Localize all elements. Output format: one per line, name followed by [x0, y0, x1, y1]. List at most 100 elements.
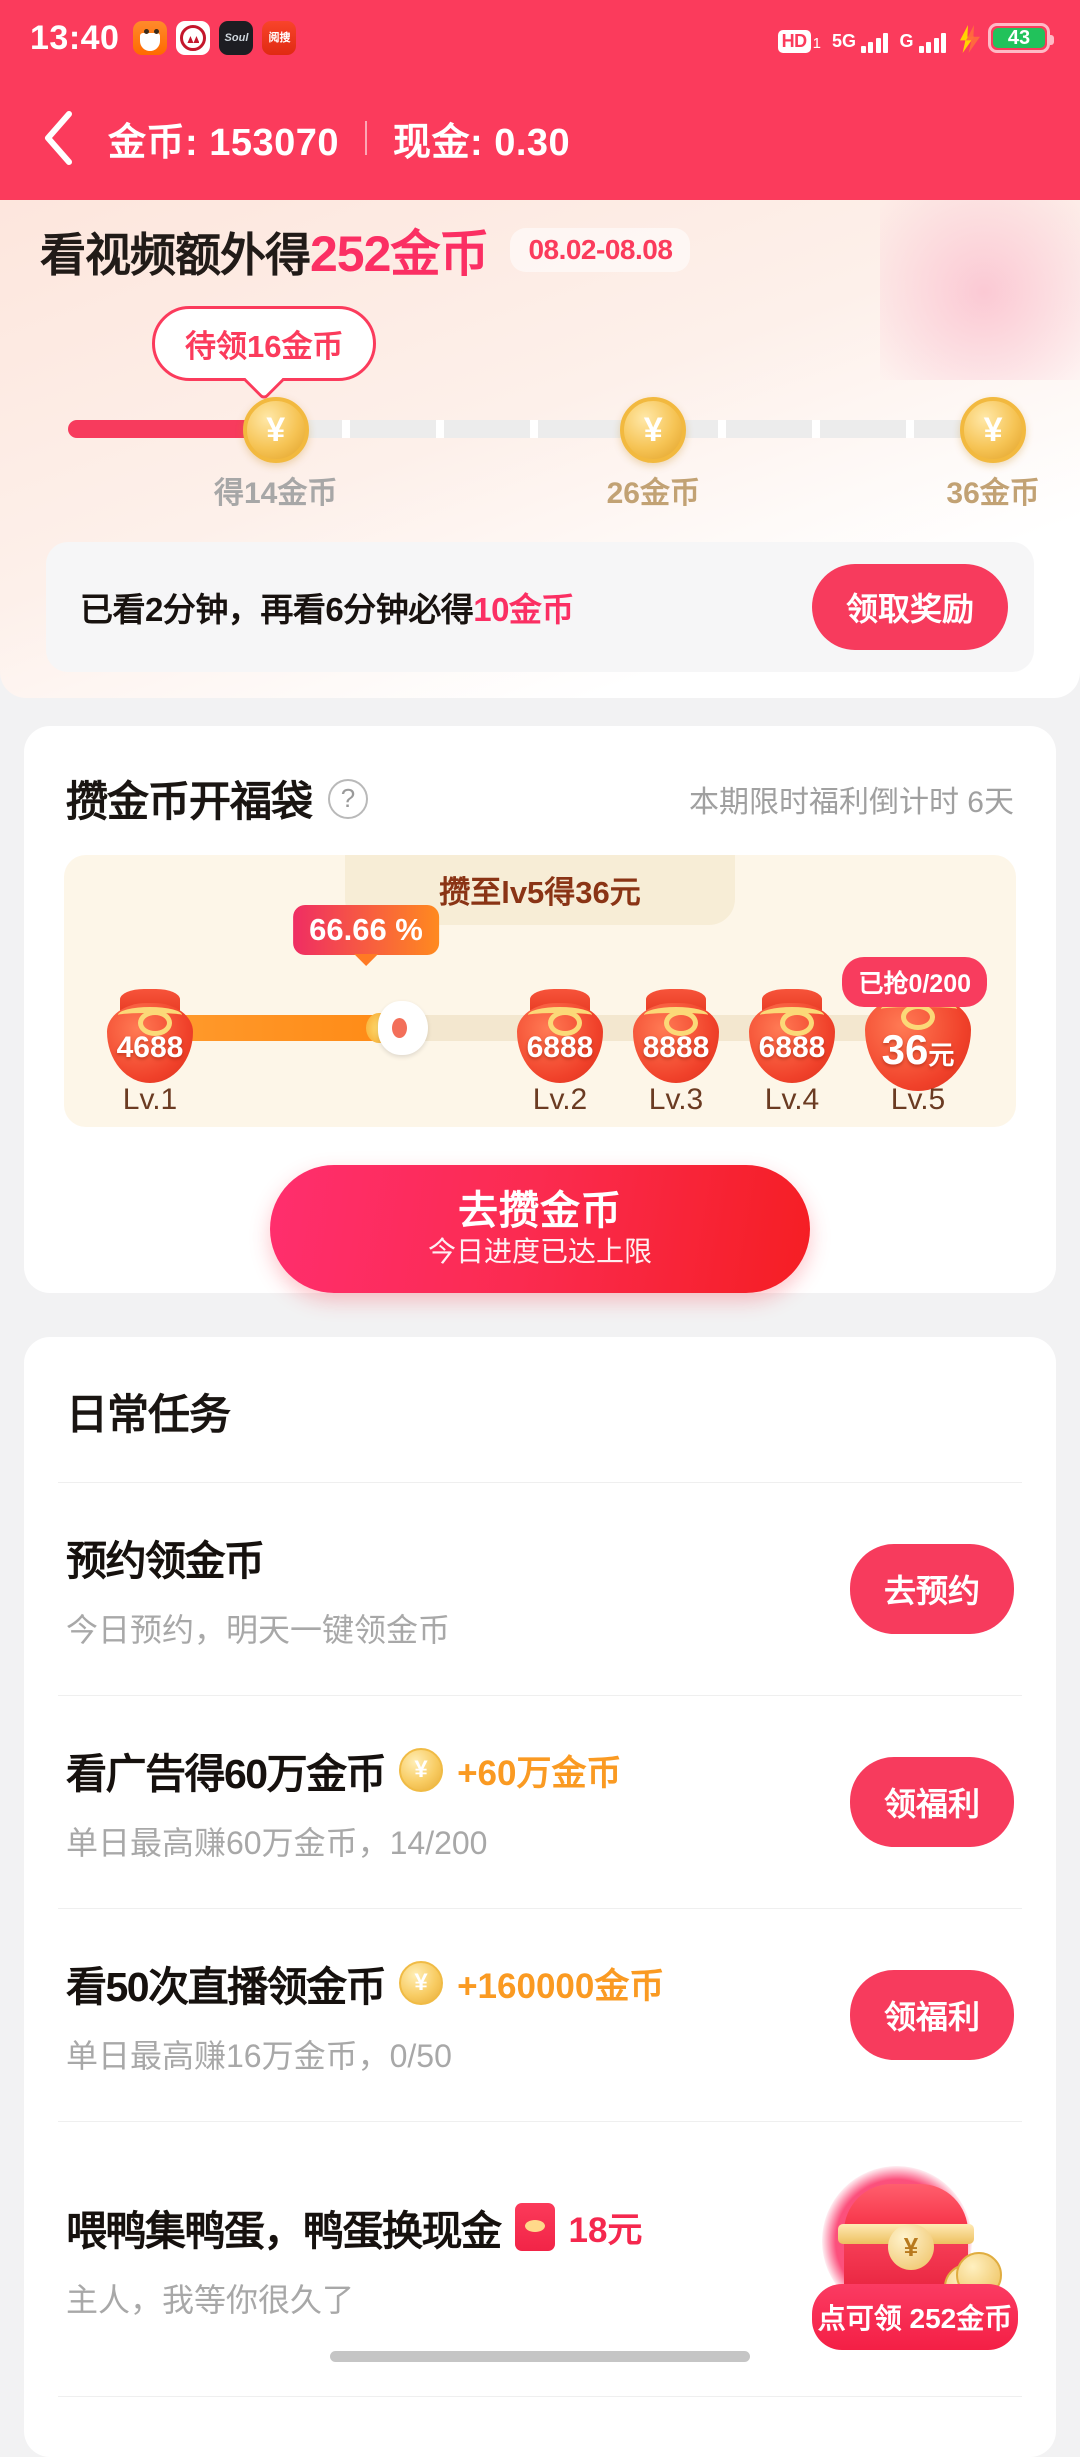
task-title-row: 看广告得60万金币 ¥ +60万金币 — [66, 1740, 830, 1800]
soul-app-icon: Soul — [219, 21, 254, 55]
lucky-bag-panel: 攒至lv5得36元 66.66 % 4688 Lv.1 6888 Lv.2 88… — [64, 855, 1016, 1127]
lucky-bag-title: 攒金币开福袋 — [66, 778, 313, 825]
notification-icons: Soul 阅搜 — [133, 21, 297, 55]
watch-text-highlight: 10金币 — [473, 591, 574, 628]
bag-value-unit: 元 — [928, 1040, 955, 1070]
progress-percent-badge: 66.66 % — [293, 905, 439, 955]
watch-time-row: 已看2分钟，再看6分钟必得10金币 领取奖励 — [46, 542, 1034, 672]
level-bag-1[interactable]: 4688 — [98, 981, 202, 1085]
home-indicator — [330, 2351, 750, 2362]
bag-value: 36元 — [855, 1029, 981, 1071]
bag-tie — [760, 1007, 824, 1036]
bag-value: 6888 — [740, 1033, 844, 1063]
coin-icon: ¥ — [399, 1748, 444, 1792]
watch-time-text: 已看2分钟，再看6分钟必得10金币 — [80, 583, 574, 631]
task-content: 喂鸭集鸭蛋，鸭蛋换现金 18元 主人，我等你很久了 — [66, 2197, 804, 2321]
banner-title-prefix: 看视频额外得 — [40, 229, 311, 281]
banner-title: 看视频额外得252金币 — [40, 214, 489, 286]
red-app-label: 阅搜 — [268, 31, 291, 44]
task-action-button[interactable]: 去预约 — [849, 1544, 1014, 1634]
level-progress: 66.66 % 4688 Lv.1 6888 Lv.2 8888 Lv.3 68… — [98, 905, 987, 1116]
pending-bubble-wrap: 待领16金币 — [0, 298, 1080, 402]
back-button[interactable] — [30, 110, 86, 166]
battery-level: 43 — [993, 27, 1045, 49]
charging-bolt-icon — [957, 25, 980, 53]
signal-5g-icon: 5G — [832, 32, 889, 53]
grab-count-badge: 已抢0/200 — [842, 957, 987, 1007]
hd-label: HD — [777, 30, 811, 53]
rocket-marker-icon — [366, 1001, 428, 1055]
signal-g-icon: G — [899, 32, 946, 53]
status-time: 13:40 — [30, 18, 120, 57]
question-mark-icon[interactable]: ? — [328, 778, 369, 819]
hd-icon: HD 1 — [777, 30, 821, 53]
task-title-row: 预约领金币 — [66, 1527, 830, 1587]
task-name: 喂鸭集鸭蛋，鸭蛋换现金 — [66, 2208, 502, 2254]
sim2-label: G — [899, 31, 914, 51]
chest-lock-icon: ¥ — [888, 2224, 934, 2270]
level-bag-3[interactable]: 8888 — [624, 981, 728, 1085]
chest-claim-badge[interactable]: 点可领 252金币 — [812, 2284, 1018, 2350]
bag-value-text: 8888 — [642, 1031, 710, 1064]
level-bag-4[interactable]: 6888 — [740, 981, 844, 1085]
progress-coin-3: ¥ — [960, 397, 1027, 463]
pending-coins-bubble: 待领16金币 — [152, 306, 377, 381]
task-action-button[interactable]: 领福利 — [849, 1970, 1014, 2060]
scroll-container[interactable]: 看视频额外得252金币 08.02-08.08 待领16金币 ¥ ¥ ¥ 得14… — [0, 200, 1080, 2457]
battery-icon: 43 — [988, 23, 1054, 53]
header-divider — [365, 121, 368, 155]
coin-yen-glyph: ¥ — [266, 411, 286, 449]
level-bag-5[interactable]: 36元 已抢0/200 — [842, 957, 987, 1095]
milestone-labels: 得14金币 26金币 36金币 — [68, 468, 1040, 520]
go-earn-coins-button[interactable]: 去攒金币 今日进度已达上限 — [270, 1165, 810, 1293]
banner-title-highlight: 252金币 — [310, 226, 489, 282]
coin-yen-glyph: ¥ — [643, 411, 663, 449]
video-reward-banner: 看视频额外得252金币 08.02-08.08 待领16金币 ¥ ¥ ¥ 得14… — [0, 200, 1080, 698]
bag-value-text: 6888 — [526, 1031, 594, 1064]
fox-app-icon — [133, 21, 168, 55]
treasure-chest-icon[interactable]: ¥ 点可领 252金币 — [812, 2166, 1018, 2352]
bag-value: 6888 — [508, 1033, 612, 1063]
task-subtitle: 主人，我等你很久了 — [66, 2282, 355, 2318]
bag-value: 4688 — [98, 1033, 202, 1063]
bag-value-text: 36 — [881, 1026, 929, 1073]
bag-value-text: 4688 — [116, 1031, 184, 1064]
signal-bars-2 — [918, 33, 946, 53]
lucky-bag-card: 攒金币开福袋 ? 本期限时福利倒计时 6天 攒至lv5得36元 66.66 % … — [24, 726, 1056, 1293]
milestone-label: 36金币 — [946, 477, 1040, 510]
bag-tie — [118, 1007, 182, 1036]
task-reward: +160000金币 — [457, 1966, 665, 2006]
task-name: 看50次直播领金币 — [66, 1964, 387, 2010]
cta-main-label: 去攒金币 — [458, 1188, 622, 1233]
task-row-watch-ads[interactable]: 看广告得60万金币 ¥ +60万金币 单日最高赚60万金币，14/200 领福利 — [24, 1696, 1056, 1908]
milestone-label: 得14金币 — [213, 477, 338, 510]
bag-value: 8888 — [624, 1033, 728, 1063]
task-title-row: 看50次直播领金币 ¥ +160000金币 — [66, 1953, 830, 2013]
bag-tie — [528, 1007, 592, 1036]
task-action-button[interactable]: 领福利 — [849, 1757, 1014, 1847]
signal-bars-1 — [860, 33, 889, 53]
task-row-watch-live[interactable]: 看50次直播领金币 ¥ +160000金币 单日最高赚16万金币，0/50 领福… — [24, 1909, 1056, 2121]
task-subtitle: 单日最高赚60万金币，14/200 — [66, 1825, 488, 1861]
soul-app-label: Soul — [224, 32, 249, 44]
task-row-appointment[interactable]: 预约领金币 今日预约，明天一键领金币 去预约 — [24, 1483, 1056, 1695]
task-name: 看广告得60万金币 — [66, 1751, 387, 1797]
level-label-5: Lv.5 — [890, 1083, 946, 1116]
bag-value-text: 6888 — [758, 1031, 826, 1064]
daily-tasks-card: 日常任务 预约领金币 今日预约，明天一键领金币 去预约 看广告得60万金币 ¥ … — [24, 1337, 1056, 2457]
coin-icon: ¥ — [399, 1961, 444, 2005]
coin-balance: 金币: 153070 — [108, 121, 340, 164]
cash-balance: 现金: 0.30 — [393, 121, 571, 164]
cta-sub-label: 今日进度已达上限 — [427, 1235, 652, 1267]
progress-coin-2: ¥ — [620, 397, 687, 463]
status-bar: 13:40 Soul 阅搜 HD 1 5G G 43 — [0, 0, 1080, 76]
task-content: 预约领金币 今日预约，明天一键领金币 — [66, 1527, 830, 1651]
task-reward: 18元 — [568, 2210, 643, 2250]
level-bag-2[interactable]: 6888 — [508, 981, 612, 1085]
header-balances: 金币: 153070 现金: 0.30 — [108, 111, 570, 166]
bag-tie — [644, 1007, 708, 1036]
banner-title-row: 看视频额外得252金币 08.02-08.08 — [0, 200, 1080, 286]
task-name: 预约领金币 — [66, 1538, 265, 1584]
daily-tasks-title: 日常任务 — [66, 1391, 231, 1438]
claim-reward-button[interactable]: 领取奖励 — [811, 564, 1008, 650]
